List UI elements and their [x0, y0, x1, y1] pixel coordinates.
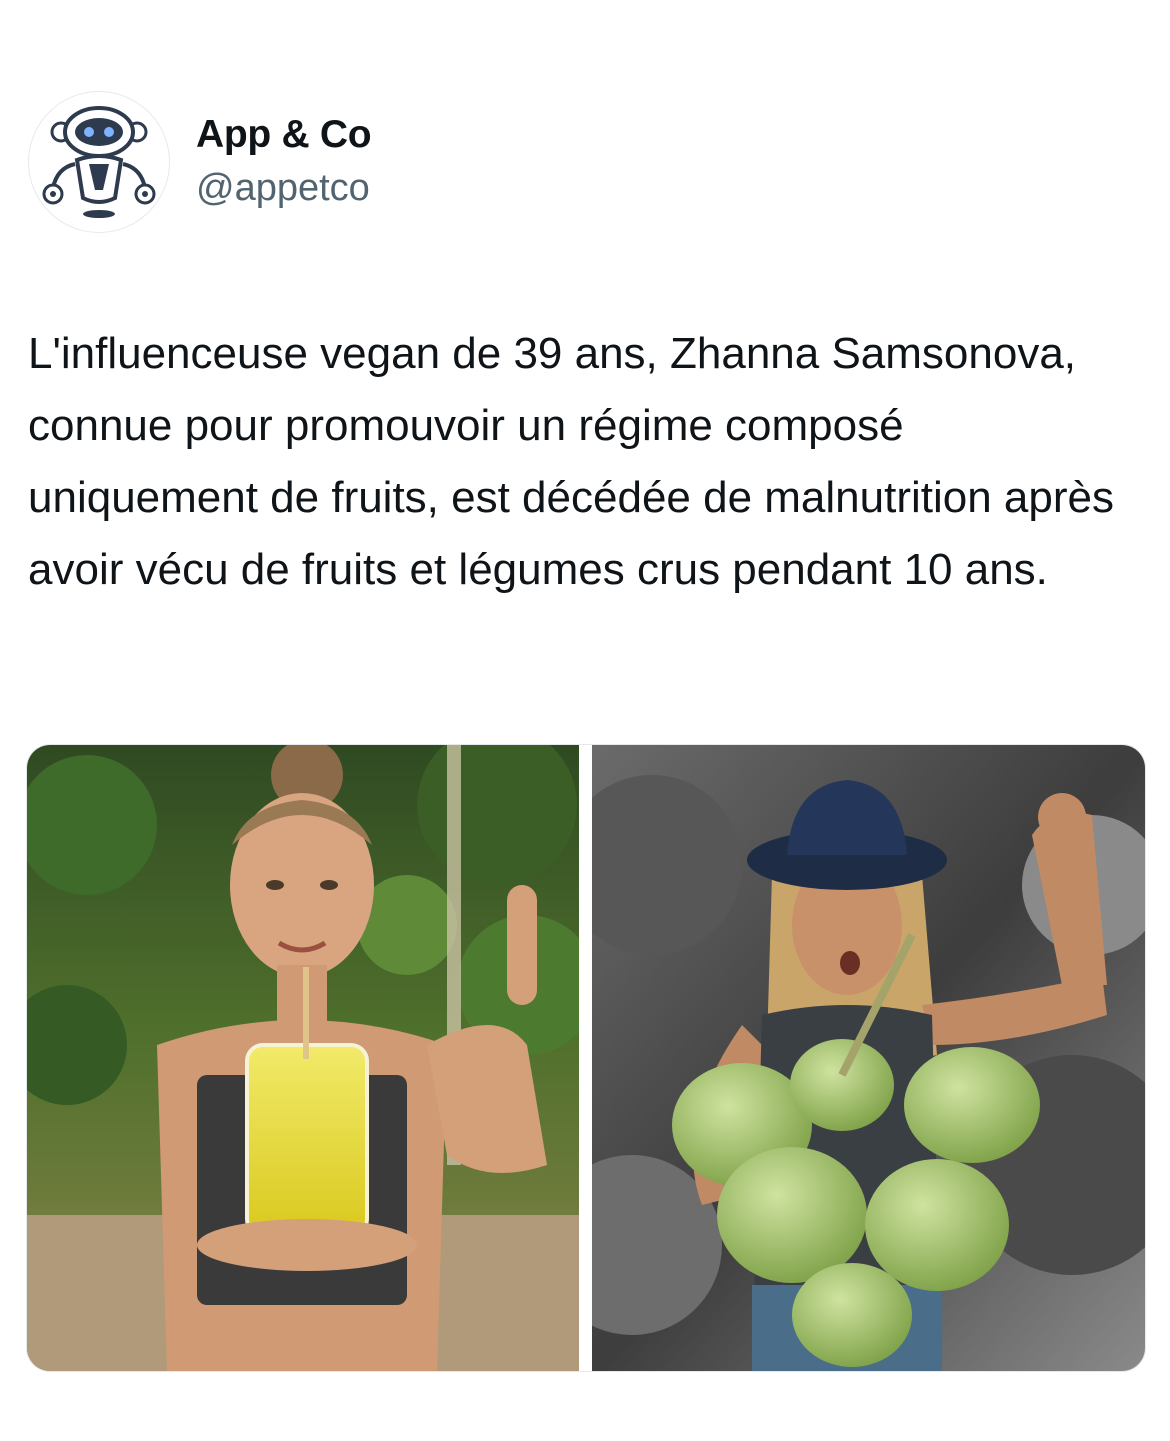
media-divider	[579, 745, 592, 1371]
tweet-text: L'influenceuse vegan de 39 ans, Zhanna S…	[28, 329, 1114, 594]
tweet-card: App & Co @appetco L'influenceuse vegan d…	[0, 0, 1170, 1441]
tweet-media-grid	[26, 744, 1146, 1372]
photo-coconuts-flex	[592, 745, 1145, 1371]
photo-juice-thumbs-up	[27, 745, 579, 1371]
author-avatar[interactable]	[28, 91, 170, 233]
media-photo-2[interactable]	[592, 745, 1145, 1371]
author-names: App & Co @appetco	[196, 111, 372, 213]
media-photo-1[interactable]	[27, 745, 579, 1371]
author-handle[interactable]: @appetco	[196, 163, 371, 213]
tweet-header: App & Co @appetco	[28, 91, 372, 233]
author-display-name[interactable]: App & Co	[196, 111, 372, 159]
robot-mascot-icon	[42, 106, 156, 218]
